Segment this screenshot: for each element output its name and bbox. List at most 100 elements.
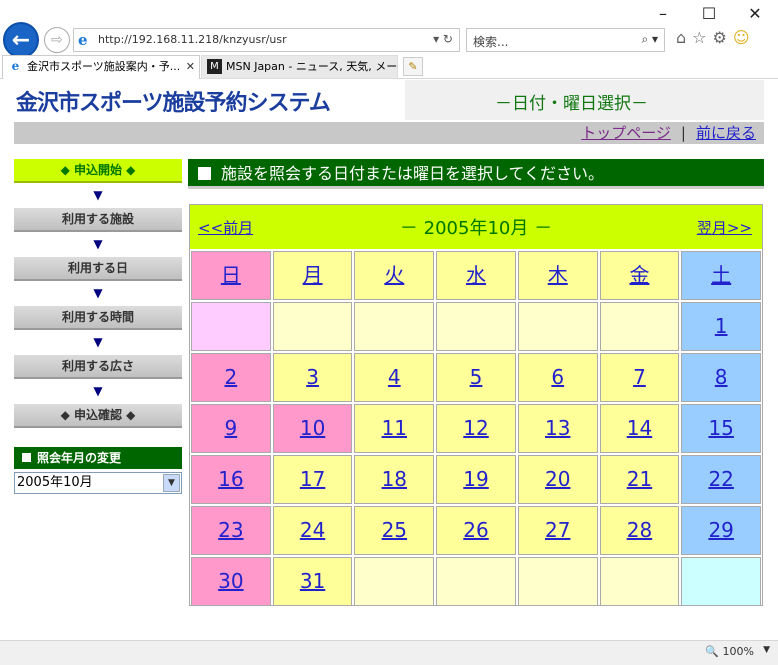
weekday-link[interactable]: 月 bbox=[303, 263, 323, 287]
calendar-day-cell: 8 bbox=[681, 353, 762, 402]
calendar-day-cell: 20 bbox=[517, 455, 598, 504]
forward-button[interactable]: ⇨ bbox=[44, 27, 70, 53]
calendar-day-cell: 2 bbox=[191, 353, 271, 402]
calendar-week-row: 2 3 4 5 6 7 8 bbox=[190, 352, 762, 403]
calendar-day-cell: 26 bbox=[436, 506, 516, 555]
calendar-day-link[interactable]: 10 bbox=[300, 416, 325, 440]
calendar-day-link[interactable]: 3 bbox=[306, 365, 319, 389]
zoom-level[interactable]: 🔍 100% bbox=[705, 645, 754, 658]
calendar-day-link[interactable]: 22 bbox=[708, 467, 733, 491]
calendar-day-link[interactable]: 26 bbox=[463, 518, 488, 542]
calendar-day-link[interactable]: 20 bbox=[545, 467, 570, 491]
month-select-value: 2005年10月 bbox=[17, 475, 93, 490]
calendar-day-link[interactable]: 12 bbox=[463, 416, 488, 440]
chevron-down-icon[interactable]: ▼ bbox=[163, 474, 180, 492]
link-bar: トップページ | 前に戻る bbox=[14, 122, 764, 144]
weekday-link[interactable]: 火 bbox=[384, 263, 404, 287]
calendar-day-link[interactable]: 11 bbox=[382, 416, 407, 440]
tab-strip: e 金沢市スポーツ施設案内・予... ✕ M MSN Japan - ニュース,… bbox=[0, 55, 778, 79]
calendar-day-link[interactable]: 16 bbox=[218, 467, 243, 491]
weekday-link[interactable]: 木 bbox=[548, 263, 568, 287]
address-url[interactable]: http://192.168.11.218/knzyusr/usr bbox=[98, 33, 287, 46]
weekday-link[interactable]: 土 bbox=[711, 263, 731, 287]
month-select[interactable]: 2005年10月 ▼ bbox=[14, 472, 182, 494]
arrow-left-icon: ← bbox=[11, 28, 31, 53]
next-month-link[interactable]: 翌月>> bbox=[697, 217, 752, 238]
weekday-link[interactable]: 日 bbox=[221, 263, 241, 287]
calendar-day-link[interactable]: 24 bbox=[300, 518, 325, 542]
calendar-day-link[interactable]: 8 bbox=[715, 365, 728, 389]
calendar-day-link[interactable]: 15 bbox=[708, 416, 733, 440]
calendar-empty-cell bbox=[191, 302, 271, 351]
instruction-text: 施設を照会する日付または曜日を選択してください。 bbox=[221, 164, 605, 183]
step-area: 利用する広さ bbox=[14, 355, 182, 379]
tab-kanazawa[interactable]: e 金沢市スポーツ施設案内・予... ✕ bbox=[2, 55, 200, 79]
calendar-day-link[interactable]: 19 bbox=[463, 467, 488, 491]
top-page-link[interactable]: トップページ bbox=[581, 124, 671, 142]
step-arrow: ▼ bbox=[93, 188, 103, 202]
weekday-header-cell: 月 bbox=[272, 251, 353, 300]
calendar-day-link[interactable]: 21 bbox=[627, 467, 652, 491]
calendar-day-link[interactable]: 1 bbox=[715, 314, 728, 338]
home-icon[interactable]: ⌂ bbox=[676, 28, 686, 47]
tab-msn[interactable]: M MSN Japan - ニュース, 天気, メー... bbox=[201, 55, 398, 79]
back-link[interactable]: 前に戻る bbox=[696, 124, 756, 142]
weekday-link[interactable]: 水 bbox=[466, 263, 486, 287]
calendar-day-link[interactable]: 14 bbox=[627, 416, 652, 440]
calendar-day-link[interactable]: 27 bbox=[545, 518, 570, 542]
step-confirm: ◆ 申込確認 ◆ bbox=[14, 404, 182, 428]
calendar-day-cell: 6 bbox=[517, 353, 598, 402]
calendar-day-cell: 16 bbox=[191, 455, 271, 504]
calendar-week-row: 1 bbox=[190, 301, 762, 352]
calendar-day-link[interactable]: 29 bbox=[708, 518, 733, 542]
calendar-day-link[interactable]: 7 bbox=[633, 365, 646, 389]
calendar-day-link[interactable]: 31 bbox=[300, 569, 325, 593]
calendar-day-link[interactable]: 23 bbox=[218, 518, 243, 542]
prev-month-link[interactable]: <<前月 bbox=[198, 217, 253, 238]
minimize-icon[interactable]: – bbox=[640, 0, 686, 28]
weekday-link[interactable]: 金 bbox=[629, 263, 649, 287]
weekday-header-cell: 水 bbox=[436, 251, 516, 300]
calendar-day-link[interactable]: 2 bbox=[224, 365, 237, 389]
calendar-day-link[interactable]: 28 bbox=[627, 518, 652, 542]
zoom-chevron-down-icon[interactable]: ▼ bbox=[763, 645, 770, 655]
maximize-icon[interactable]: ☐ bbox=[686, 0, 732, 28]
search-input[interactable]: 検索... bbox=[473, 33, 508, 50]
tab-close-icon[interactable]: ✕ bbox=[186, 56, 195, 78]
calendar-day-link[interactable]: 6 bbox=[551, 365, 564, 389]
step-arrow: ▼ bbox=[93, 237, 103, 251]
step-date: 利用する日 bbox=[14, 257, 182, 281]
address-bar[interactable]: e http://192.168.11.218/knzyusr/usr ▾ ↻ bbox=[73, 28, 460, 52]
weekday-header-row: 日月火水木金土 bbox=[190, 250, 762, 301]
arrow-right-icon: ⇨ bbox=[51, 32, 63, 48]
status-bar: 🔍 100% ▼ bbox=[0, 640, 778, 665]
browser-toolbar: ⌂ ☆ ⚙ ☺ bbox=[676, 28, 750, 47]
calendar-grid: 日月火水木金土 1 2 3 4 5 6 7 8 9 10 11 12 13 14 15 16 17 18 19 20 21… bbox=[190, 250, 762, 607]
new-tab-button[interactable]: ✎ bbox=[403, 57, 423, 76]
calendar-day-link[interactable]: 9 bbox=[224, 416, 237, 440]
favorites-star-icon[interactable]: ☆ bbox=[692, 28, 706, 47]
calendar-day-link[interactable]: 17 bbox=[300, 467, 325, 491]
calendar-day-link[interactable]: 30 bbox=[218, 569, 243, 593]
system-header: 金沢市スポーツ施設予約システム －日付・曜日選択－ bbox=[0, 80, 764, 122]
back-button[interactable]: ← bbox=[3, 22, 39, 58]
search-box[interactable]: 検索... ⌕ ▾ bbox=[466, 28, 665, 52]
calendar-day-cell: 14 bbox=[599, 404, 680, 453]
refresh-icon[interactable]: ▾ ↻ bbox=[433, 32, 453, 46]
calendar-empty-cell bbox=[436, 557, 516, 606]
calendar-day-link[interactable]: 4 bbox=[388, 365, 401, 389]
calendar-day-cell: 29 bbox=[681, 506, 762, 555]
calendar-day-cell: 12 bbox=[436, 404, 516, 453]
page-content: 金沢市スポーツ施設予約システム －日付・曜日選択－ トップページ | 前に戻る ◆ … bbox=[0, 80, 778, 640]
feedback-smiley-icon[interactable]: ☺ bbox=[733, 28, 750, 47]
gear-icon[interactable]: ⚙ bbox=[713, 28, 727, 47]
calendar-day-cell: 21 bbox=[599, 455, 680, 504]
instruction-bar: 施設を照会する日付または曜日を選択してください。 bbox=[188, 159, 764, 189]
search-icon[interactable]: ⌕ ▾ bbox=[641, 32, 658, 47]
calendar-day-link[interactable]: 5 bbox=[470, 365, 483, 389]
calendar-day-link[interactable]: 18 bbox=[382, 467, 407, 491]
calendar-day-link[interactable]: 13 bbox=[545, 416, 570, 440]
close-icon[interactable]: ✕ bbox=[732, 0, 778, 28]
calendar-day-link[interactable]: 25 bbox=[382, 518, 407, 542]
calendar-week-row: 9 10 11 12 13 14 15 bbox=[190, 403, 762, 454]
